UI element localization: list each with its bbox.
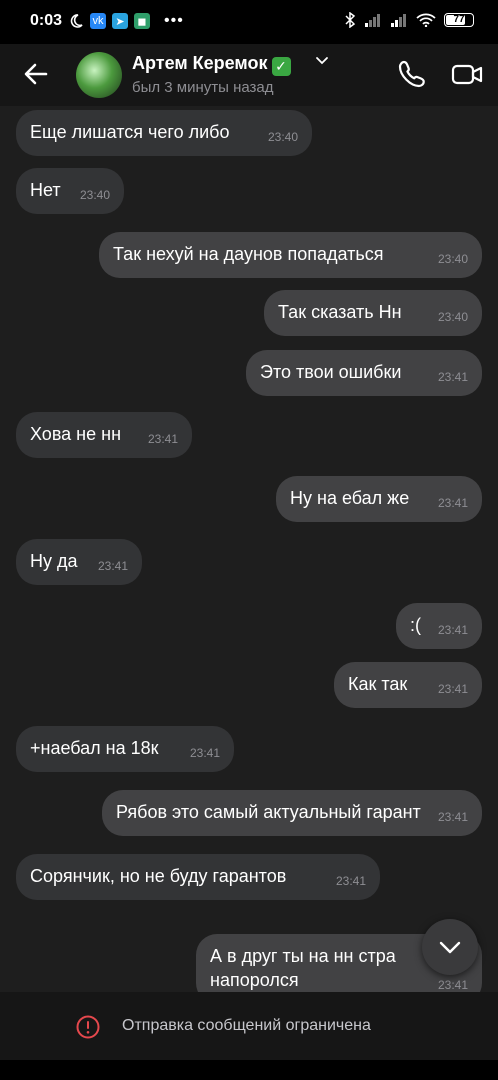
incoming-message[interactable]: Ну да 23:41 xyxy=(16,539,142,585)
outgoing-message[interactable]: Как так 23:41 xyxy=(334,662,482,708)
signal-icon xyxy=(365,14,380,27)
status-bar: 0:03 vk ➤ ◼ ••• 77 xyxy=(0,0,498,44)
telegram-icon: ➤ xyxy=(112,13,128,29)
status-right-icons: 77 xyxy=(344,12,474,28)
restriction-notice: Отправка сообщений ограничена xyxy=(122,1017,371,1034)
warning-icon xyxy=(76,1015,100,1039)
message-text: :( xyxy=(410,615,421,635)
scroll-down-button[interactable] xyxy=(422,919,478,975)
message-text: Это твои ошибки xyxy=(260,362,402,382)
outgoing-message[interactable]: Так нехуй на даунов попадаться 23:40 xyxy=(99,232,482,278)
moon-icon xyxy=(70,14,83,28)
battery-level: 77 xyxy=(453,14,465,25)
message-time: 23:41 xyxy=(147,432,178,446)
status-left-icons: vk ➤ ◼ ••• xyxy=(68,12,184,30)
message-time: 23:41 xyxy=(437,496,468,510)
more-dots-icon: ••• xyxy=(164,12,184,29)
message-time: 23:41 xyxy=(189,746,220,760)
incoming-message[interactable]: +наебал на 18к 23:41 xyxy=(16,726,234,772)
restriction-bar: Отправка сообщений ограничена xyxy=(0,992,498,1060)
message-time: 23:41 xyxy=(437,978,468,992)
message-text: Ну на ебал же xyxy=(290,488,410,508)
message-text: Так сказать Нн xyxy=(278,302,402,322)
last-seen-status: был 3 минуты назад xyxy=(132,79,274,96)
battery-icon: 77 xyxy=(444,13,474,27)
message-text: Нет xyxy=(30,180,61,200)
message-text: Как так xyxy=(348,674,408,694)
wifi-icon xyxy=(416,13,436,27)
message-time: 23:41 xyxy=(437,682,468,696)
message-text: Хова не нн xyxy=(30,424,122,444)
incoming-message[interactable]: Сорянчик, но не буду гарантов 23:41 xyxy=(16,854,380,900)
phone-call-icon[interactable] xyxy=(396,58,428,90)
message-time: 23:41 xyxy=(437,810,468,824)
outgoing-message[interactable]: :( 23:41 xyxy=(396,603,482,649)
outgoing-message[interactable]: Рябов это самый актуальный гарант 23:41 xyxy=(102,790,482,836)
video-call-icon[interactable] xyxy=(450,58,484,90)
system-nav-bar xyxy=(0,1060,498,1080)
outgoing-message[interactable]: Это твои ошибки 23:41 xyxy=(246,350,482,396)
app-icon: ◼ xyxy=(134,13,150,29)
message-time: 23:41 xyxy=(97,559,128,573)
message-text: А в друг ты на нн стра напоролся xyxy=(210,946,396,990)
outgoing-message[interactable]: Ну на ебал же 23:41 xyxy=(276,476,482,522)
message-text: Так нехуй на даунов попадаться xyxy=(113,244,384,264)
chevron-down-icon[interactable] xyxy=(314,52,330,68)
message-time: 23:41 xyxy=(335,874,366,888)
chat-header: Артем Керемок ✓ был 3 минуты назад xyxy=(0,44,498,106)
outgoing-message[interactable]: Так сказать Нн 23:40 xyxy=(264,290,482,336)
contact-name-text: Артем Керемок xyxy=(132,53,268,73)
message-time: 23:40 xyxy=(79,188,110,202)
avatar[interactable] xyxy=(76,52,122,98)
verified-badge: ✓ xyxy=(271,57,291,76)
message-text: Еще лишатся чего либо xyxy=(30,122,230,142)
incoming-message[interactable]: Нет 23:40 xyxy=(16,168,124,214)
message-time: 23:40 xyxy=(437,310,468,324)
message-list[interactable]: Еще лишатся чего либо 23:40 Нет 23:40 Так не… xyxy=(0,106,498,992)
incoming-message[interactable]: Еще лишатся чего либо 23:40 xyxy=(16,110,312,156)
vk-icon: vk xyxy=(90,13,106,29)
message-time: 23:40 xyxy=(267,130,298,144)
message-time: 23:41 xyxy=(437,623,468,637)
chevron-down-icon xyxy=(439,941,461,954)
message-text: Ну да xyxy=(30,551,78,571)
message-time: 23:41 xyxy=(437,370,468,384)
signal-icon xyxy=(391,14,406,27)
message-time: 23:40 xyxy=(437,252,468,266)
incoming-message[interactable]: Хова не нн 23:41 xyxy=(16,412,192,458)
message-text: +наебал на 18к xyxy=(30,738,159,758)
contact-name[interactable]: Артем Керемок ✓ xyxy=(132,53,291,76)
message-text: Рябов это самый актуальный гарант xyxy=(116,802,421,822)
message-text: Сорянчик, но не буду гарантов xyxy=(30,866,287,886)
status-time: 0:03 xyxy=(30,12,63,29)
back-arrow-icon[interactable] xyxy=(20,58,52,90)
bluetooth-icon xyxy=(345,12,356,28)
